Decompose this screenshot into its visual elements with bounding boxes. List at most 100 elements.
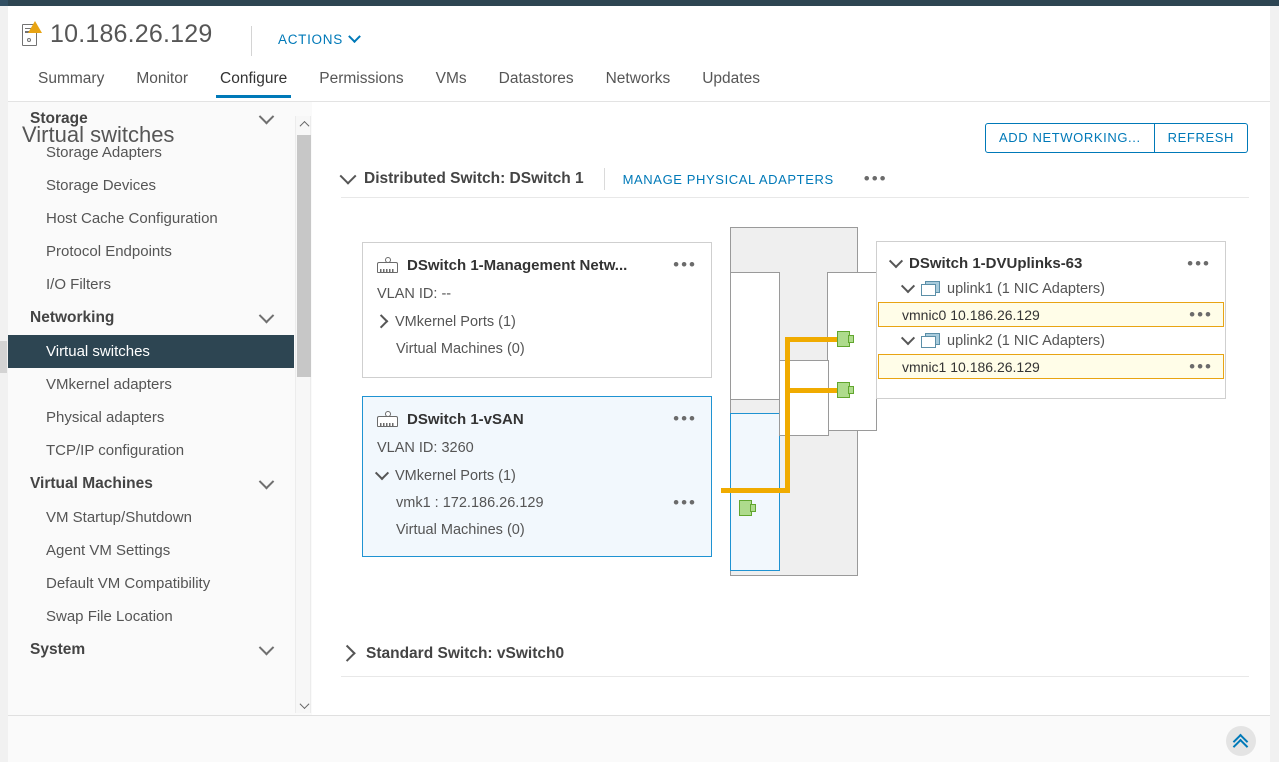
add-networking-button[interactable]: ADD NETWORKING... <box>985 123 1155 153</box>
tab-monitor[interactable]: Monitor <box>120 64 204 98</box>
section-rule <box>341 197 1249 198</box>
vmkernel-ports-label: VMkernel Ports (1) <box>395 468 516 484</box>
standard-switch-title: Standard Switch: vSwitch0 <box>366 645 565 662</box>
object-tab-bar[interactable]: Summary Monitor Configure Permissions VMs Dat… <box>8 64 1270 102</box>
sidebar-item-vmkernel-adapters[interactable]: VMkernel adapters <box>8 368 294 401</box>
sidebar-group-system[interactable]: System <box>8 633 294 667</box>
configure-sidebar[interactable]: Storage Storage Adapters Storage Devices Ho… <box>8 102 294 715</box>
sidebar-item-vm-startup-shutdown[interactable]: VM Startup/Shutdown <box>8 501 294 534</box>
dvuplinks-more-menu[interactable]: ••• <box>1187 255 1211 272</box>
dvuplinks-title: DSwitch 1-DVUplinks-63 <box>909 255 1083 272</box>
chevron-down-icon[interactable] <box>258 639 275 655</box>
diagram-port-management <box>730 272 780 400</box>
scroll-down-arrow-icon[interactable] <box>296 697 312 713</box>
tab-networks[interactable]: Networks <box>590 64 687 98</box>
portgroup-name: DSwitch 1-vSAN <box>407 410 524 428</box>
host-identity: 10.186.26.129 <box>20 20 212 49</box>
uplink1-row[interactable]: uplink1 (1 NIC Adapters) <box>877 272 1225 297</box>
section-rule <box>341 676 1249 677</box>
chevron-down-icon[interactable] <box>888 253 904 268</box>
chevron-down-icon[interactable] <box>339 167 357 185</box>
vmnic0-label: vmnic0 10.186.26.129 <box>902 306 1040 323</box>
vsan-wire <box>721 488 790 493</box>
sidebar-group-networking[interactable]: Networking <box>8 301 294 335</box>
sidebar-item-agent-vm-settings[interactable]: Agent VM Settings <box>8 534 294 567</box>
sidebar-item-protocol-endpoints[interactable]: Protocol Endpoints <box>8 235 294 268</box>
header-divider <box>251 26 252 56</box>
uplink1-wire <box>785 337 843 342</box>
uplink1-status-icon <box>837 331 854 347</box>
chevron-down-icon[interactable] <box>374 466 390 481</box>
vmkernel-ports-toggle[interactable]: VMkernel Ports (1) <box>374 314 697 330</box>
sidebar-scrollbar[interactable] <box>295 116 311 713</box>
nic-adapter-icon <box>921 333 940 349</box>
vmkernel-ports-toggle[interactable]: VMkernel Ports (1) <box>374 466 697 484</box>
header-divider <box>603 168 605 190</box>
virtual-machines-label: Virtual Machines (0) <box>396 522 525 538</box>
chevron-down-icon <box>348 30 361 44</box>
chevron-down-icon[interactable] <box>258 307 275 323</box>
vmnic1-row[interactable]: vmnic1 10.186.26.129 ••• <box>878 354 1224 379</box>
chevron-down-icon[interactable] <box>900 279 916 294</box>
portgroup-icon <box>377 410 398 428</box>
tab-permissions[interactable]: Permissions <box>303 64 419 98</box>
distributed-switch-header[interactable]: Distributed Switch: DSwitch 1 MANAGE PHY… <box>339 167 888 190</box>
sidebar-group-label: Networking <box>30 309 115 326</box>
page-title: 10.186.26.129 <box>50 20 213 48</box>
vmkernel-adapter-more-menu[interactable]: ••• <box>673 494 697 511</box>
chevron-down-icon[interactable] <box>258 108 275 124</box>
chevron-down-icon[interactable] <box>258 473 275 489</box>
tab-datastores[interactable]: Datastores <box>483 64 590 98</box>
vsan-status-icon <box>739 500 756 516</box>
actions-label: ACTIONS <box>278 32 343 47</box>
scroll-to-top-button[interactable] <box>1226 726 1256 756</box>
chevron-down-icon[interactable] <box>900 331 916 346</box>
sidebar-item-storage-devices[interactable]: Storage Devices <box>8 169 294 202</box>
scroll-up-arrow-icon[interactable] <box>296 116 312 132</box>
vmnic1-more-menu[interactable]: ••• <box>1189 358 1213 375</box>
vmkernel-ports-label: VMkernel Ports (1) <box>395 314 516 330</box>
portgroup-more-menu[interactable]: ••• <box>673 410 697 427</box>
portgroup-card-management[interactable]: DSwitch 1-Management Netw... ••• VLAN ID… <box>362 242 712 378</box>
tab-vms[interactable]: VMs <box>420 64 483 98</box>
sidebar-item-tcp-ip-configuration[interactable]: TCP/IP configuration <box>8 434 294 467</box>
uplink1-label: uplink1 (1 NIC Adapters) <box>947 281 1105 297</box>
sidebar-item-virtual-switches[interactable]: Virtual switches <box>8 335 294 368</box>
vmnic0-row[interactable]: vmnic0 10.186.26.129 ••• <box>878 302 1224 327</box>
tab-configure[interactable]: Configure <box>204 64 303 98</box>
tab-updates[interactable]: Updates <box>686 64 776 98</box>
nic-adapter-icon <box>921 281 940 297</box>
portgroup-icon <box>377 256 398 274</box>
sidebar-splitter-handle[interactable] <box>0 341 7 373</box>
tab-summary[interactable]: Summary <box>22 64 120 98</box>
sidebar-item-physical-adapters[interactable]: Physical adapters <box>8 401 294 434</box>
vmnic1-label: vmnic1 10.186.26.129 <box>902 358 1040 375</box>
sidebar-item-swap-file-location[interactable]: Swap File Location <box>8 600 294 633</box>
portgroup-card-vsan[interactable]: DSwitch 1-vSAN ••• VLAN ID: 3260 VMkerne… <box>362 396 712 557</box>
uplink2-row[interactable]: uplink2 (1 NIC Adapters) <box>877 327 1225 349</box>
uplink-wire-trunk <box>785 337 790 493</box>
sidebar-group-virtual-machines[interactable]: Virtual Machines <box>8 467 294 501</box>
manage-physical-adapters-button[interactable]: MANAGE PHYSICAL ADAPTERS <box>623 172 834 187</box>
main-action-buttons[interactable]: ADD NETWORKING... REFRESH <box>985 123 1248 153</box>
refresh-button[interactable]: REFRESH <box>1154 123 1248 153</box>
chevron-right-icon[interactable] <box>338 644 356 662</box>
sidebar-item-default-vm-compatibility[interactable]: Default VM Compatibility <box>8 567 294 600</box>
actions-menu-button[interactable]: ACTIONS <box>278 30 361 47</box>
main-title: Virtual switches <box>22 122 175 147</box>
object-header: 10.186.26.129 ACTIONS <box>8 6 1270 64</box>
portgroup-vlan: VLAN ID: 3260 <box>377 440 474 456</box>
vmkernel-adapter-row[interactable]: vmk1 : 172.186.26.129 ••• <box>377 494 697 511</box>
sidebar-item-i-o-filters[interactable]: I/O Filters <box>8 268 294 301</box>
chevron-right-icon[interactable] <box>374 314 389 329</box>
vmnic0-more-menu[interactable]: ••• <box>1189 306 1213 323</box>
distributed-switch-more-menu[interactable]: ••• <box>864 170 888 187</box>
standard-switch-header[interactable]: Standard Switch: vSwitch0 <box>338 644 565 663</box>
dvuplinks-card[interactable]: DSwitch 1-DVUplinks-63 ••• uplink1 (1 NI… <box>876 241 1226 399</box>
virtual-machines-label: Virtual Machines (0) <box>396 341 525 357</box>
sidebar-scroll-thumb[interactable] <box>297 135 311 377</box>
sidebar-group-label: Virtual Machines <box>30 475 153 492</box>
portgroup-more-menu[interactable]: ••• <box>673 256 697 273</box>
switch-diagram <box>721 227 877 576</box>
sidebar-item-host-cache-configuration[interactable]: Host Cache Configuration <box>8 202 294 235</box>
